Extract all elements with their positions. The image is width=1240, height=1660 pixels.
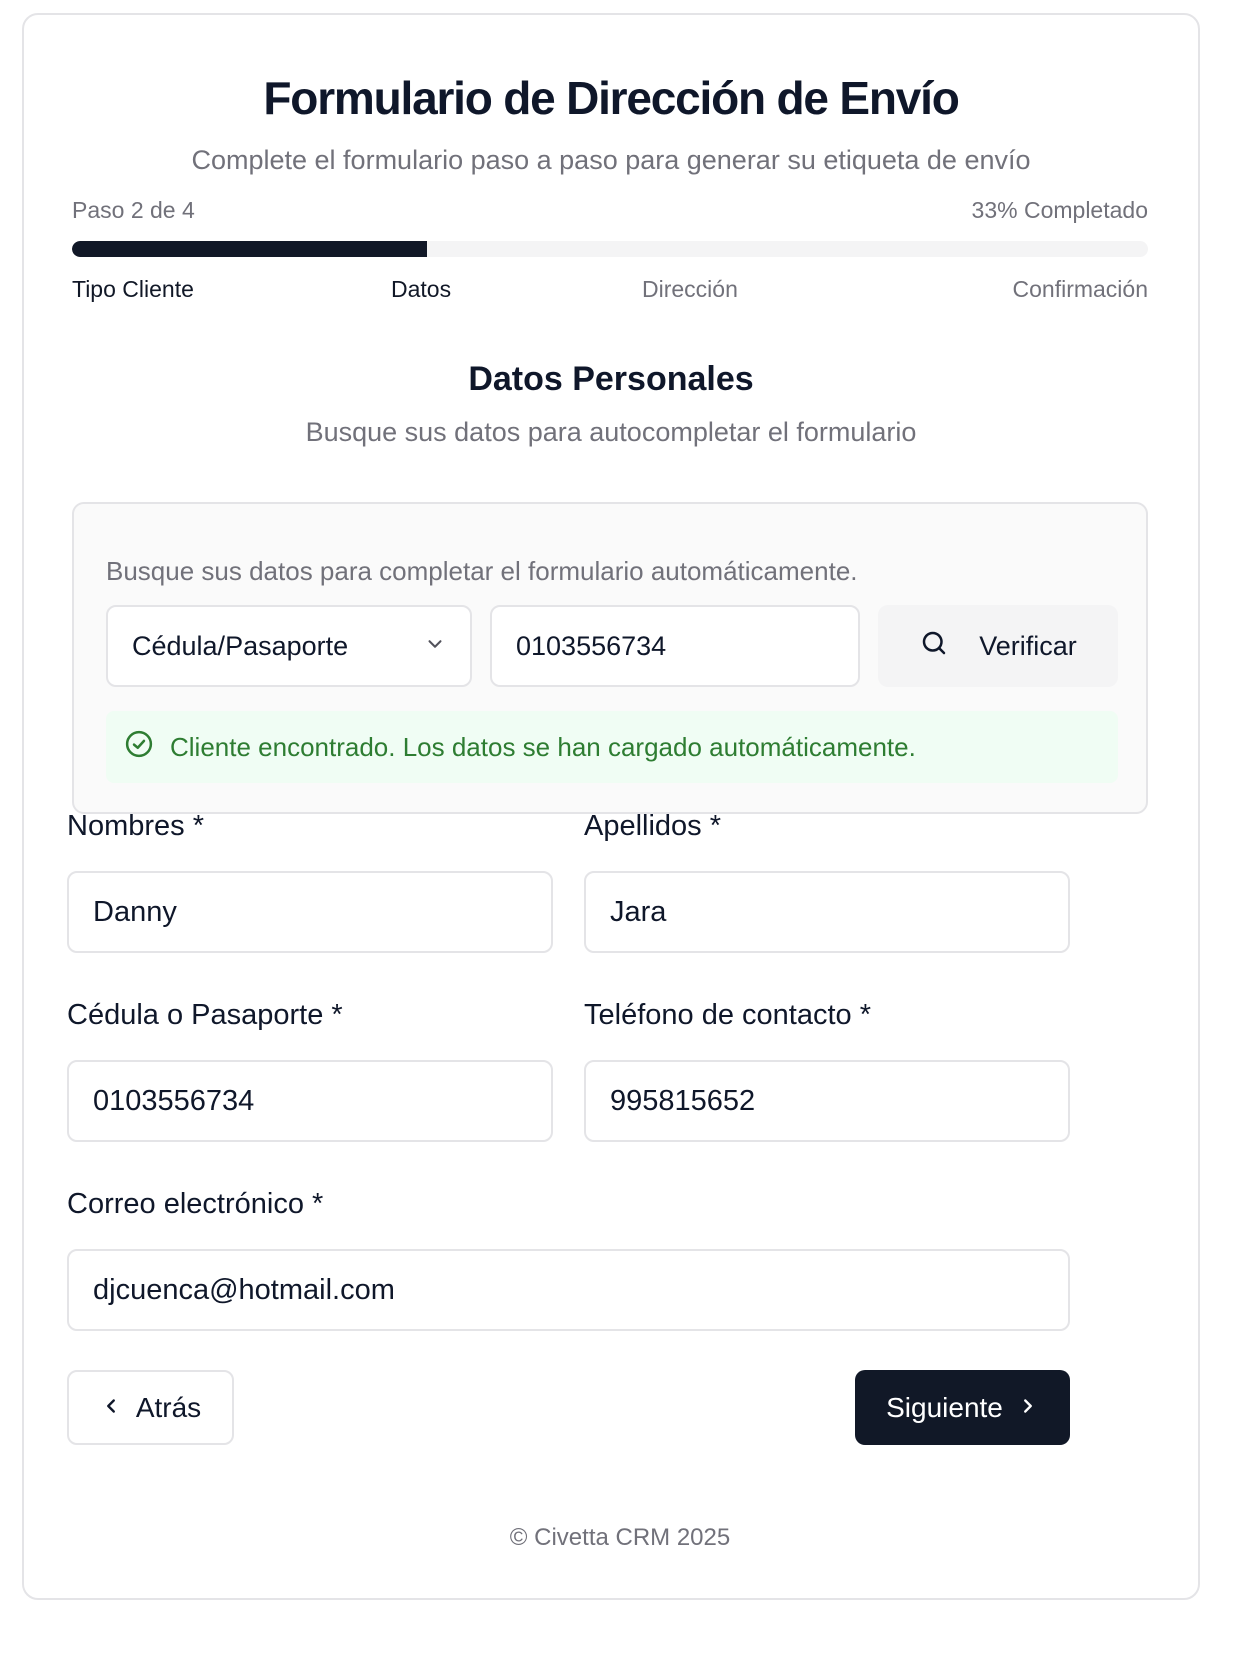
apellidos-label: Apellidos * xyxy=(584,810,722,842)
step-tipo-cliente: Tipo Cliente xyxy=(72,276,194,302)
section-title: Datos Personales xyxy=(468,360,754,398)
step-direccion: Dirección xyxy=(642,276,738,302)
back-button[interactable]: Atrás xyxy=(67,1370,234,1445)
cedula-label: Cédula o Pasaporte * xyxy=(67,999,343,1031)
id-type-value: Cédula/Pasaporte xyxy=(132,630,349,661)
progress-fill xyxy=(72,241,428,257)
next-label: Siguiente xyxy=(886,1391,1003,1423)
next-button[interactable]: Siguiente xyxy=(855,1370,1070,1445)
page-title: Formulario de Dirección de Envío xyxy=(263,72,959,124)
chevron-down-icon xyxy=(424,631,446,662)
email-field[interactable]: djcuenca@hotmail.com xyxy=(67,1249,1070,1331)
id-type-select[interactable]: Cédula/Pasaporte xyxy=(106,605,472,687)
page-subtitle: Complete el formulario paso a paso para … xyxy=(191,145,1031,175)
progress-info: Paso 2 de 4 33% Completado xyxy=(72,197,1148,231)
step-datos: Datos xyxy=(391,276,452,302)
verify-button[interactable]: Verificar xyxy=(878,605,1118,687)
lookup-panel: Busque sus datos para completar el formu… xyxy=(72,502,1148,814)
success-alert: Cliente encontrado. Los datos se han car… xyxy=(106,711,1118,783)
telefono-label: Teléfono de contacto * xyxy=(584,999,871,1031)
success-message: Cliente encontrado. Los datos se han car… xyxy=(170,731,916,762)
step-counter: Paso 2 de 4 xyxy=(72,197,195,223)
nombres-label: Nombres * xyxy=(67,810,204,842)
section-subtitle: Busque sus datos para autocompletar el f… xyxy=(305,417,917,447)
footer-copyright: © Civetta CRM 2025 xyxy=(509,1524,731,1551)
step-labels: Tipo Cliente Datos Dirección Confirmació… xyxy=(72,276,1148,310)
nombres-field[interactable]: Danny xyxy=(67,871,553,953)
apellidos-field[interactable]: Jara xyxy=(584,871,1070,953)
chevron-right-icon xyxy=(1017,1392,1039,1424)
cedula-field[interactable]: 0103556734 xyxy=(67,1060,553,1142)
telefono-field[interactable]: 995815652 xyxy=(584,1060,1070,1142)
step-confirmacion: Confirmación xyxy=(1012,276,1149,302)
email-label: Correo electrónico * xyxy=(67,1188,324,1220)
chevron-left-icon xyxy=(100,1392,122,1424)
progress-percent: 33% Completado xyxy=(971,197,1148,223)
back-label: Atrás xyxy=(135,1391,202,1423)
form-card: Formulario de Dirección de Envío Complet… xyxy=(22,13,1200,1600)
search-icon xyxy=(919,628,949,665)
progress-bar xyxy=(72,241,1148,257)
verify-label: Verificar xyxy=(979,630,1077,661)
id-number-input[interactable]: 0103556734 xyxy=(490,605,860,687)
check-circle-icon xyxy=(124,729,154,766)
lookup-hint: Busque sus datos para completar el formu… xyxy=(106,556,858,586)
